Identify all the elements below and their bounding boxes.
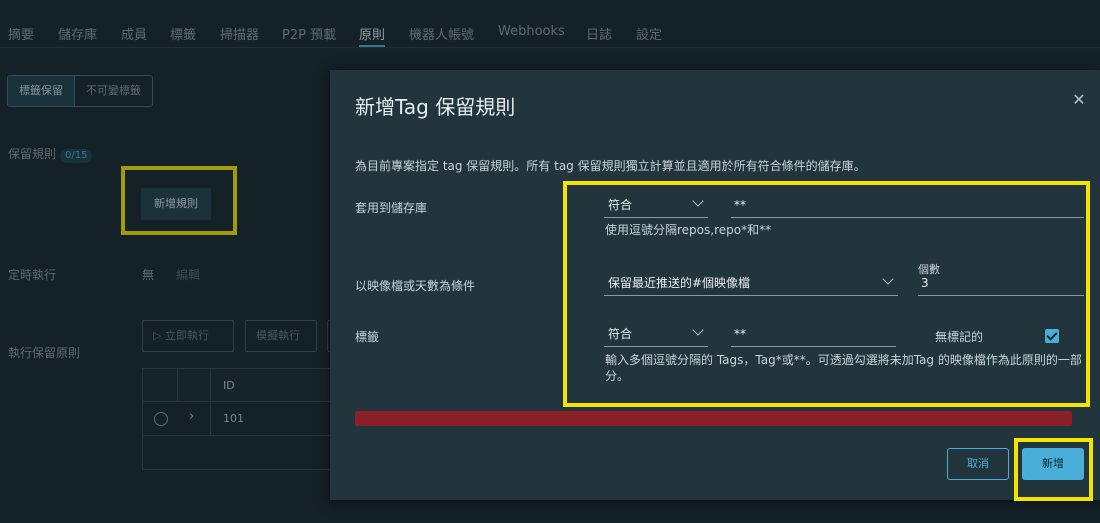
tags-match-select[interactable]: 符合	[604, 323, 708, 347]
submit-add-button[interactable]: 新增	[1022, 448, 1084, 480]
tags-label: 標籤	[355, 330, 380, 344]
close-icon[interactable]: ✕	[1072, 92, 1086, 108]
chevron-down-icon	[692, 195, 704, 207]
repo-label: 套用到儲存庫	[355, 201, 428, 215]
cancel-button[interactable]: 取消	[947, 448, 1009, 480]
condition-select[interactable]: 保留最近推送的#個映像檔	[604, 272, 898, 296]
error-alert-bar	[355, 411, 1072, 426]
chevron-down-icon	[882, 273, 894, 285]
add-retention-rule-dialog: 新增Tag 保留規則 ✕ 為目前專案指定 tag 保留規則。所有 tag 保留規…	[330, 70, 1100, 500]
dialog-title: 新增Tag 保留規則	[355, 95, 516, 119]
count-input[interactable]: 3	[918, 272, 1084, 296]
tags-pattern-input[interactable]: **	[731, 323, 896, 347]
condition-label: 以映像檔或天數為條件	[355, 279, 476, 293]
repo-pattern-input[interactable]: **	[731, 194, 1084, 218]
dialog-description: 為目前專案指定 tag 保留規則。所有 tag 保留規則獨立計算並且適用於所有符…	[355, 159, 866, 173]
tags-help-text: 輸入多個逗號分隔的 Tags，Tag*或**。可透過勾選將未加Tag 的映像檔作…	[605, 353, 1082, 383]
repo-help-text: 使用逗號分隔repos,repo*和**	[605, 223, 772, 237]
untagged-label: 無標記的	[935, 330, 984, 344]
chevron-down-icon	[692, 324, 704, 336]
repo-match-select[interactable]: 符合	[604, 194, 708, 218]
untagged-checkbox[interactable]	[1045, 329, 1059, 343]
